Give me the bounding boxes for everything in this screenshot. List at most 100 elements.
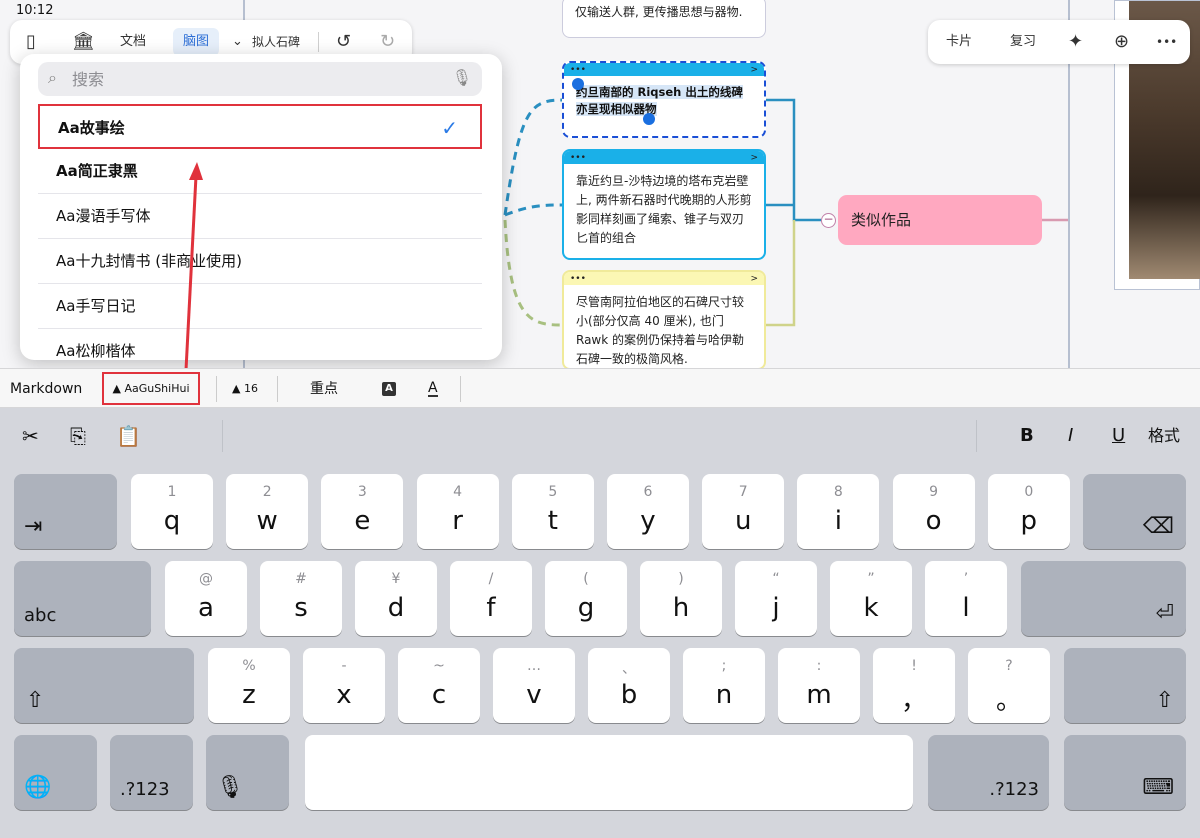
selection-handle-start[interactable] [572, 78, 584, 90]
key-j[interactable]: “j [735, 561, 817, 636]
key-primary-label: b [620, 680, 638, 710]
space-key[interactable] [305, 735, 913, 810]
numbers-key-right[interactable]: .?123 [928, 735, 1049, 810]
format-button[interactable]: 格式 [1148, 408, 1180, 464]
key-s[interactable]: # s [260, 561, 342, 636]
key-a[interactable]: @ a [165, 561, 247, 636]
key-z[interactable]: % z [208, 648, 290, 723]
key-e[interactable]: 3e [321, 474, 404, 549]
tab-key[interactable]: ⇥ [14, 474, 117, 549]
key-g[interactable]: (g [545, 561, 627, 636]
format-divider [216, 376, 217, 402]
return-key[interactable]: ⏎ [1021, 561, 1186, 636]
key-o[interactable]: 9o [892, 474, 975, 549]
checkmark-icon: ✓ [441, 116, 458, 140]
key-primary-label: ， [900, 686, 927, 716]
shift-key-left[interactable]: ⇧ [14, 648, 194, 723]
key-t[interactable]: 5t [511, 474, 594, 549]
globe-key[interactable]: 🌐 [14, 735, 97, 810]
key-v[interactable]: … v [493, 648, 575, 723]
font-item-jianzhengli[interactable]: Aa简正隶黑 [38, 149, 482, 194]
node-header: ••• > [564, 272, 764, 285]
web-search-icon[interactable]: ⊕ [1114, 20, 1129, 64]
key-w[interactable]: 2w [226, 474, 309, 549]
node-text-selected[interactable]: 约旦南部的 Riqseh 出土的线碑亦呈现相似器物 [576, 85, 743, 116]
key-k[interactable]: ” k [830, 561, 912, 636]
key-secondary-label: 0 [1024, 484, 1034, 500]
font-item-shouxieriji[interactable]: Aa手写日记 [38, 284, 482, 329]
underline-button[interactable]: U [1112, 408, 1125, 464]
key-d[interactable]: ¥ d [355, 561, 437, 636]
key-b[interactable]: 、 b [588, 648, 670, 723]
key-secondary-label: % [242, 658, 256, 674]
mindmap-node[interactable]: ••• > 尽管南阿拉伯地区的石碑尺寸较小(部分仅高 40 厘米), 也门 Ra… [562, 270, 766, 368]
font-item-shijiufeng[interactable]: Aa十九封情书 (非商业使用) [38, 239, 482, 284]
chevron-right-icon[interactable]: > [750, 274, 758, 284]
text-color-button[interactable]: A [428, 369, 438, 409]
font-item-manyu[interactable]: Aa漫语手写体 [38, 194, 482, 239]
key-i[interactable]: 8i [797, 474, 880, 549]
key-p[interactable]: 0p [987, 474, 1070, 549]
review-button[interactable]: 复习 [1010, 20, 1036, 64]
key-l[interactable]: ’ l [925, 561, 1007, 636]
keyboard-hide-icon: ⌨ [1142, 775, 1174, 800]
font-item-songliu[interactable]: Aa松柳楷体 [38, 329, 482, 360]
key-y[interactable]: 6y [607, 474, 689, 549]
key-secondary-label: ’ [963, 571, 969, 587]
dictation-key[interactable]: 🎙 [206, 735, 289, 810]
underline-a-icon: A [428, 380, 438, 397]
key-f[interactable]: / f [450, 561, 532, 636]
ai-sparkle-icon[interactable]: ✦ [1068, 20, 1083, 64]
italic-button[interactable]: I [1068, 408, 1073, 464]
key-m[interactable]: :m [778, 648, 860, 723]
font-search-input[interactable] [72, 67, 452, 91]
key-h[interactable]: ) h [640, 561, 722, 636]
connector-dashed-blue [503, 98, 563, 216]
font-item-label: Aa十九封情书 (非商业使用) [56, 252, 242, 270]
mindmap-node-selected[interactable]: ••• > 约旦南部的 Riqseh 出土的线碑亦呈现相似器物 [562, 61, 766, 138]
key-primary-label: m [806, 680, 832, 710]
chevron-right-icon[interactable]: > [750, 153, 758, 163]
chevron-right-icon[interactable]: > [750, 65, 758, 75]
cut-icon[interactable]: ✂ [22, 408, 39, 464]
bold-button[interactable]: B [1020, 408, 1034, 464]
numbers-key-left[interactable]: .?123 [110, 735, 193, 810]
selection-handle-end[interactable] [643, 113, 655, 125]
node-dots: ••• [570, 273, 586, 284]
collapse-icon[interactable]: − [821, 213, 836, 228]
shift-key-right[interactable]: ⇧ [1064, 648, 1186, 723]
emphasis-button[interactable]: 重点 [310, 369, 338, 409]
font-item-gushihui[interactable]: Aa故事绘 ✓ [38, 104, 482, 149]
copy-icon[interactable]: ⎘ [70, 408, 86, 464]
key-n[interactable]: ; n [683, 648, 765, 723]
font-search-bar: ⌕ 🎙 [38, 62, 482, 96]
highlight-color-button[interactable]: A [382, 369, 396, 409]
mindmap-node[interactable]: ••• > 靠近约旦-沙特边境的塔布克岩壁上, 两件新石器时代晚期的人形剪影同样… [562, 149, 766, 260]
key-，[interactable]: !， [873, 648, 955, 723]
key-。[interactable]: ?。 [968, 648, 1050, 723]
paste-icon[interactable]: 📋 [116, 408, 141, 464]
font-item-label: Aa漫语手写体 [56, 207, 151, 225]
markdown-toggle[interactable]: Markdown [10, 369, 82, 409]
hide-keyboard-key[interactable]: ⌨ [1064, 735, 1186, 810]
key-primary-label: l [962, 593, 970, 623]
more-icon[interactable]: ••• [1156, 20, 1177, 64]
tab-mindmap[interactable]: 脑图 [173, 28, 220, 56]
key-primary-label: n [715, 680, 733, 710]
key-c[interactable]: ~ c [398, 648, 480, 723]
card-button[interactable]: 卡片 [946, 20, 972, 64]
microphone-icon[interactable]: 🎙 [452, 68, 472, 87]
key-r[interactable]: 4r [416, 474, 499, 549]
mindmap-node-top[interactable]: 仅输送人群, 更传播思想与器物. [562, 0, 766, 38]
mindmap-node-similar-works[interactable]: 类似作品 [838, 195, 1042, 245]
key-primary-label: d [387, 593, 405, 623]
delete-key[interactable]: ⌫ [1083, 474, 1186, 549]
mindmap-canvas[interactable]: 10:12 ◠ 仅输送人群, 更传播思想与器物. ••• > 约旦南部的 Riq… [0, 0, 1200, 368]
font-name-button[interactable]: ▲ AaGuShiHui [102, 372, 200, 405]
key-u[interactable]: 7u [702, 474, 785, 549]
font-size-button[interactable]: ▲ 16 [232, 369, 258, 409]
key-x[interactable]: -x [303, 648, 385, 723]
abc-key[interactable]: abc [14, 561, 151, 636]
key-secondary-label: / [488, 571, 494, 587]
key-q[interactable]: 1q [131, 474, 213, 549]
